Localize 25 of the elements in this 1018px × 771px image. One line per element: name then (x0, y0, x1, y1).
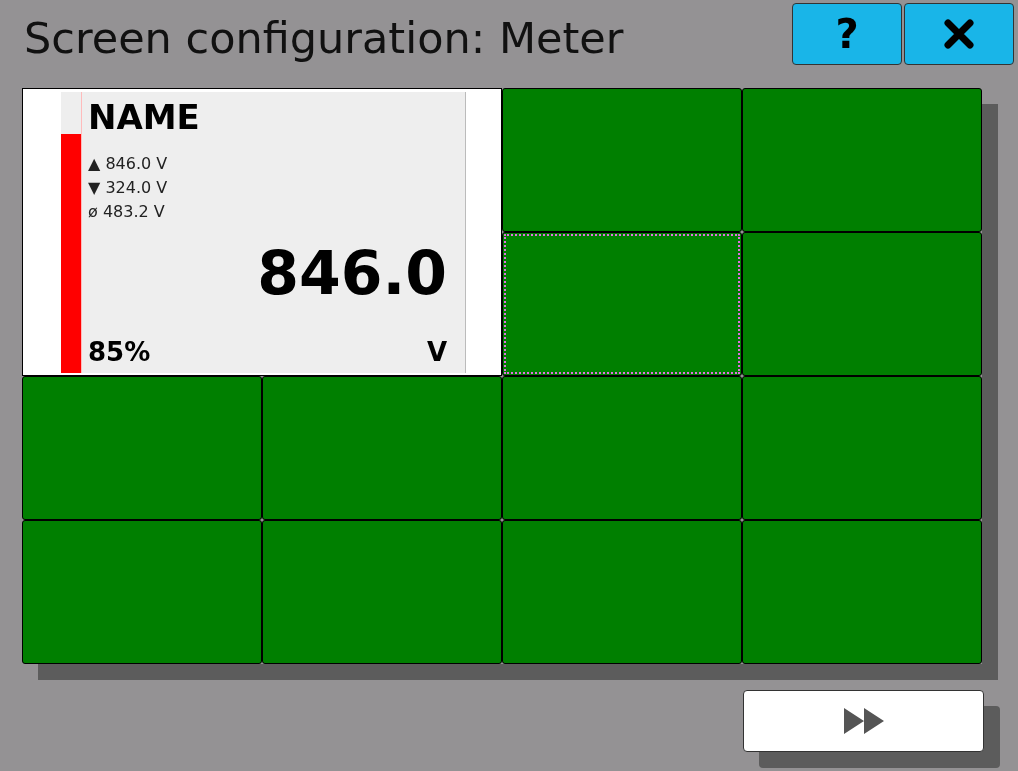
grid-cell[interactable] (502, 376, 742, 520)
percent-label: 85% (88, 337, 151, 367)
close-button[interactable] (904, 3, 1014, 65)
grid-cell[interactable] (742, 520, 982, 664)
grid-cell[interactable] (502, 520, 742, 664)
stat-line: ▲ 846.0 V (88, 153, 169, 175)
fast-forward-icon (843, 708, 884, 734)
grid-cell[interactable] (742, 88, 982, 232)
meter-name: NAME (88, 98, 201, 136)
meter-value: 846.0 (257, 238, 447, 308)
grid-cell[interactable] (502, 232, 742, 376)
grid-cell[interactable] (22, 520, 262, 664)
window-title: Screen configuration: Meter (24, 13, 625, 63)
grid-cell[interactable] (262, 376, 502, 520)
grid-cell[interactable] (22, 376, 262, 520)
close-icon (943, 18, 975, 50)
stat-line: ø 483.2 V (88, 201, 166, 223)
grid-cell[interactable] (262, 520, 502, 664)
unit-label: V (426, 337, 447, 367)
grid-cell[interactable] (742, 232, 982, 376)
stat-line: ▼ 324.0 V (88, 177, 169, 199)
grid-cell[interactable] (502, 88, 742, 232)
help-button[interactable]: ? (792, 3, 902, 65)
grid-cell[interactable] (742, 376, 982, 520)
meter-widget[interactable]: NAME ▲ 846.0 V ▼ 324.0 V ø 483.2 V 846.0 85% V (22, 88, 502, 376)
